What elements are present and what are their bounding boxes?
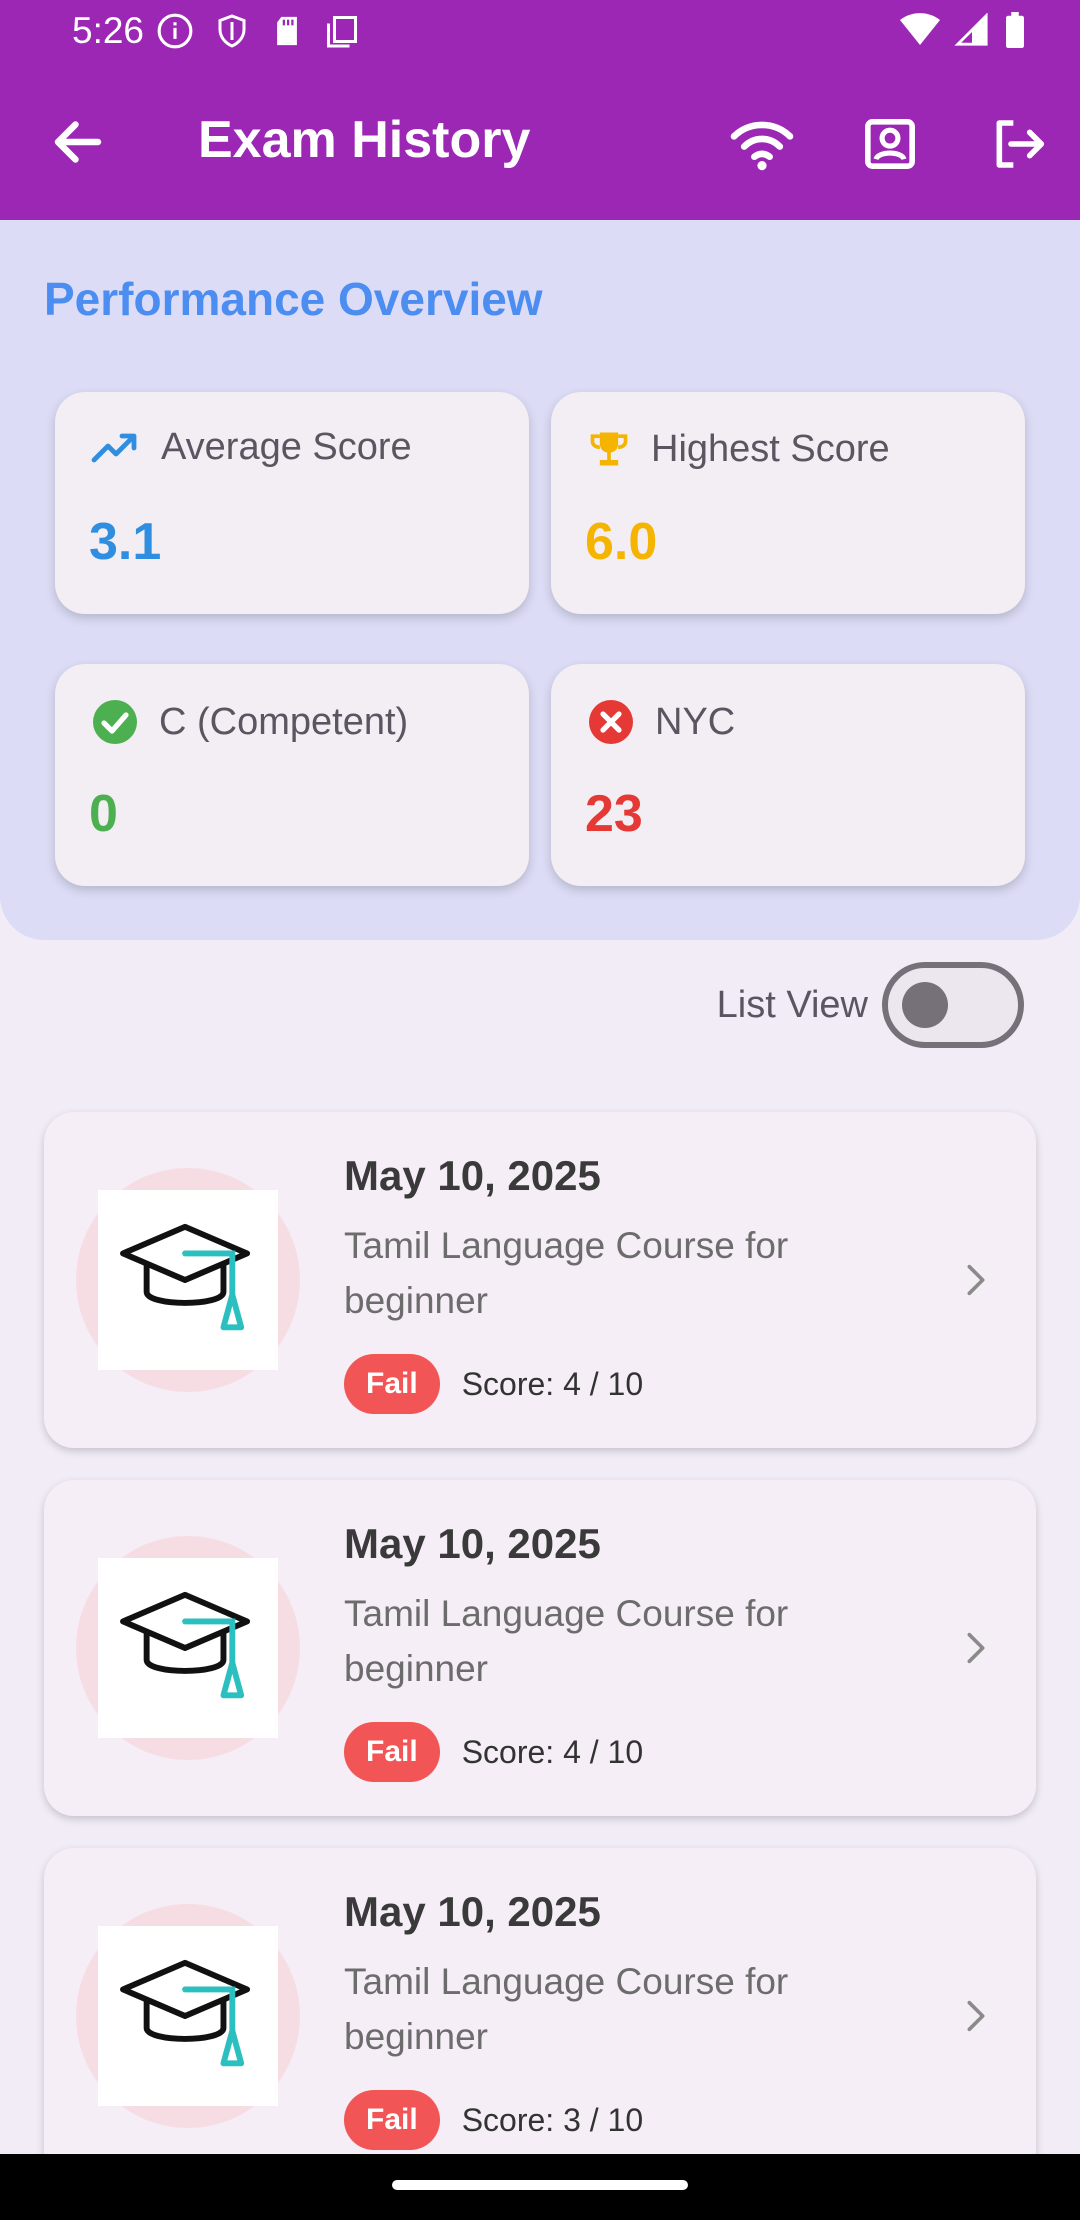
exam-card[interactable]: May 10, 2025 Tamil Language Course for b… xyxy=(44,1480,1036,1816)
graduation-cap-icon xyxy=(120,1959,251,2067)
stat-card-nyc: NYC 23 xyxy=(551,664,1025,886)
exam-thumbnail xyxy=(98,1926,278,2106)
check-circle-icon xyxy=(93,700,137,744)
exam-course: Tamil Language Course for beginner xyxy=(344,1593,789,1689)
exam-score: Score: 3 / 10 xyxy=(461,2101,644,2138)
exam-course: Tamil Language Course for beginner xyxy=(344,1961,789,2057)
chevron-right-icon xyxy=(967,1264,985,1296)
chevron-right-icon xyxy=(967,1632,985,1664)
status-badge: Fail xyxy=(344,2090,440,2150)
exam-date: May 10, 2025 xyxy=(344,1888,601,1935)
profile-icon xyxy=(865,119,915,169)
exam-card[interactable]: May 10, 2025 Tamil Language Course for b… xyxy=(44,1848,1036,2184)
app-bar: 5:26 Exam History xyxy=(0,0,1080,220)
exam-card[interactable]: May 10, 2025 Tamil Language Course for b… xyxy=(44,1112,1036,1448)
stat-label: C (Competent) xyxy=(159,700,409,743)
stat-label: NYC xyxy=(655,700,736,743)
logout-icon xyxy=(996,120,1045,168)
stat-card-competent: C (Competent) 0 xyxy=(55,664,529,886)
status-bar: 5:26 xyxy=(0,0,1080,64)
sd-card-icon xyxy=(270,12,304,50)
exam-thumbnail xyxy=(98,1558,278,1738)
profile-button[interactable] xyxy=(856,110,924,178)
graduation-cap-icon xyxy=(120,1591,251,1699)
stat-value: 6.0 xyxy=(585,513,658,571)
exam-score: Score: 4 / 10 xyxy=(461,1733,644,1770)
trending-up-icon xyxy=(91,433,137,462)
arrow-back-icon xyxy=(54,121,102,163)
wifi-icon xyxy=(730,121,794,171)
back-button[interactable] xyxy=(48,112,108,172)
system-navigation-bar xyxy=(0,2154,1080,2220)
list-view-toggle-row: List View xyxy=(717,962,1024,1048)
shield-icon xyxy=(214,12,250,50)
stat-card-average-score: Average Score 3.1 xyxy=(55,392,529,614)
stat-card-highest-score: Highest Score 6.0 xyxy=(551,392,1025,614)
graduation-cap-icon xyxy=(120,1223,251,1331)
exam-date: May 10, 2025 xyxy=(344,1520,601,1567)
battery-icon xyxy=(1004,12,1026,48)
exam-date: May 10, 2025 xyxy=(344,1152,601,1199)
status-time: 5:26 xyxy=(72,10,145,51)
list-view-switch[interactable] xyxy=(882,962,1024,1048)
overview-title: Performance Overview xyxy=(44,273,543,325)
list-view-label: List View xyxy=(716,983,868,1026)
exam-course: Tamil Language Course for beginner xyxy=(344,1225,789,1321)
status-badge: Fail xyxy=(344,1722,440,1782)
info-icon xyxy=(156,12,194,50)
stat-value: 3.1 xyxy=(89,513,162,571)
exam-score: Score: 4 / 10 xyxy=(461,1365,644,1402)
status-badge: Fail xyxy=(344,1354,440,1414)
stat-value: 0 xyxy=(89,785,118,843)
stat-value: 23 xyxy=(585,785,643,843)
wifi-icon xyxy=(900,13,940,47)
exam-thumbnail xyxy=(98,1190,278,1370)
copy-icon xyxy=(324,12,360,50)
logout-button[interactable] xyxy=(984,110,1052,178)
home-gesture-handle[interactable] xyxy=(392,2180,688,2190)
stat-label: Highest Score xyxy=(651,427,890,470)
switch-knob xyxy=(902,982,948,1028)
trophy-icon xyxy=(590,432,628,466)
page-title: Exam History xyxy=(198,111,531,169)
stat-label: Average Score xyxy=(161,426,412,468)
signal-icon xyxy=(954,13,990,47)
chevron-right-icon xyxy=(967,2000,985,2032)
cancel-circle-icon xyxy=(589,700,633,744)
wifi-button[interactable] xyxy=(728,110,796,178)
performance-overview: Performance Overview Average Score 3.1 H… xyxy=(0,220,1080,940)
